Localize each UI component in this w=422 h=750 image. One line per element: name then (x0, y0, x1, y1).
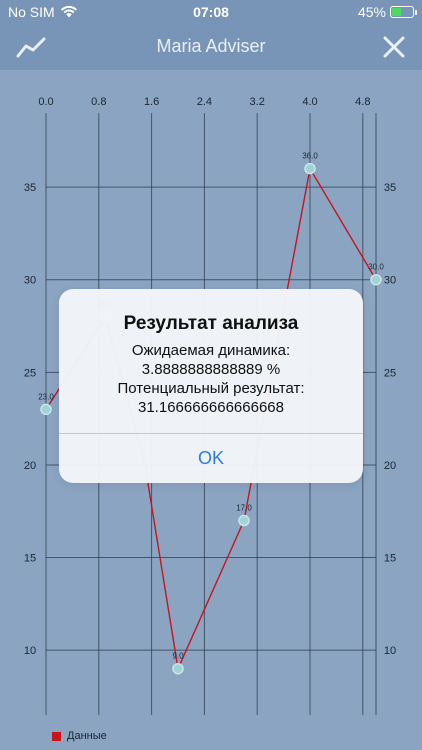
chart-legend: Данные (52, 730, 107, 742)
data-label: 17.0 (236, 504, 252, 513)
x-tick-label: 1.6 (144, 96, 159, 108)
y-tick-label-right: 25 (384, 367, 396, 379)
data-point (370, 273, 382, 286)
x-tick-label: 4.8 (355, 96, 370, 108)
alert-line-dynamics-value: 3.8888888888889 % (141, 361, 281, 378)
data-point (238, 514, 250, 527)
ok-button[interactable]: OK (59, 434, 363, 483)
data-label: 30.0 (368, 263, 384, 272)
y-tick-label-right: 35 (384, 182, 396, 194)
y-tick-label-left: 30 (24, 275, 36, 287)
alert-line-result-value: 31.166666666666668 (138, 399, 284, 416)
y-tick-label-left: 25 (24, 367, 36, 379)
legend-swatch (52, 731, 61, 741)
data-label: 23.0 (38, 392, 54, 401)
x-tick-label: 0.8 (91, 96, 106, 108)
data-label: 36.0 (302, 152, 318, 161)
y-tick-label-left: 10 (24, 645, 36, 657)
data-label: 9.0 (172, 652, 184, 661)
x-tick-label: 2.4 (197, 96, 212, 108)
y-tick-label-left: 15 (24, 553, 36, 565)
analysis-result-alert: Результат анализа Ожидаемая динамика: 3.… (59, 289, 363, 483)
legend-label: Данные (67, 730, 107, 742)
x-tick-label: 3.2 (250, 96, 265, 108)
y-tick-label-right: 15 (384, 553, 396, 565)
y-tick-label-left: 20 (24, 460, 36, 472)
battery-icon (390, 6, 417, 18)
x-tick-label: 0.0 (38, 96, 53, 108)
y-tick-label-right: 20 (384, 460, 396, 472)
alert-line-result-label: Потенциальный результат: (117, 380, 305, 397)
alert-title: Результат анализа (123, 313, 299, 334)
data-point (40, 403, 52, 416)
data-point (172, 662, 184, 675)
data-point (304, 162, 316, 175)
nav-bar: Maria Adviser (0, 24, 422, 70)
status-right: 45% (357, 4, 417, 20)
alert-message: Ожидаемая динамика: 3.8888888888889 % По… (59, 341, 363, 417)
status-bar: No SIM 07:08 45% (0, 0, 422, 24)
battery-percent: 45% (357, 4, 386, 20)
y-tick-label-right: 10 (384, 645, 396, 657)
y-tick-label-left: 35 (24, 182, 36, 194)
alert-line-dynamics-label: Ожидаемая динамика: (131, 342, 291, 359)
close-icon[interactable] (382, 35, 406, 59)
page-title: Maria Adviser (156, 36, 266, 56)
x-tick-label: 4.0 (302, 96, 317, 108)
battery-fill (392, 8, 401, 16)
y-tick-label-right: 30 (384, 275, 396, 287)
battery-tip (415, 10, 417, 15)
